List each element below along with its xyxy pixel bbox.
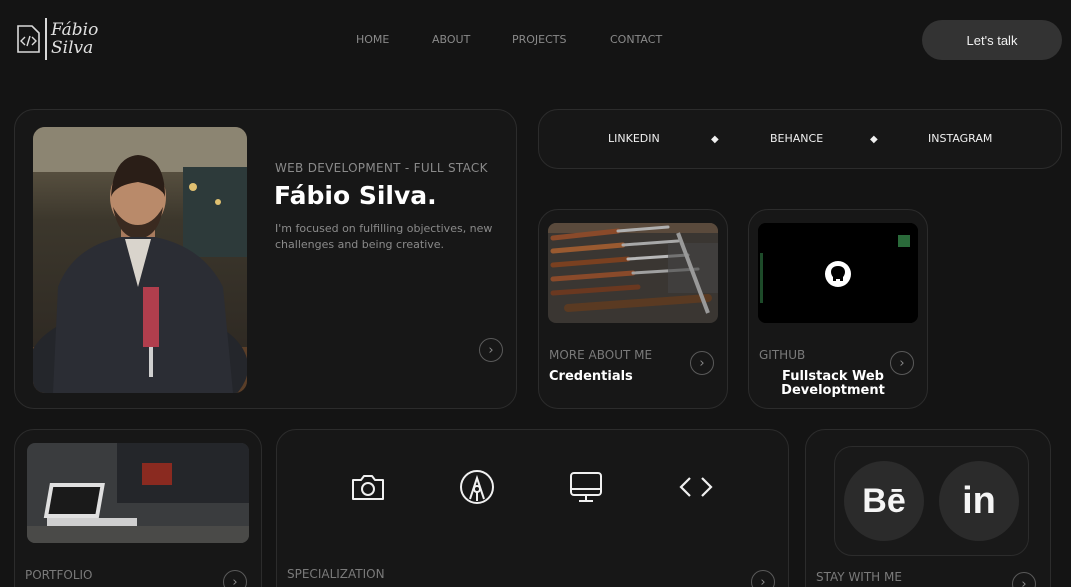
chevron-right-icon: ›: [1021, 576, 1027, 587]
github-icon: [825, 261, 851, 287]
hero-card[interactable]: WEB DEVELOPMENT - FULL STACK Fábio Silva…: [14, 109, 517, 409]
specialization-arrow-button[interactable]: ›: [751, 570, 775, 587]
hero-name: Fábio Silva.: [274, 181, 437, 210]
logo[interactable]: Fábio Silva: [15, 15, 105, 63]
nav-contact[interactable]: CONTACT: [610, 33, 662, 46]
credentials-arrow-button[interactable]: ›: [690, 351, 714, 375]
logo-divider: [45, 18, 47, 60]
linkedin-link[interactable]: LINKEDIN: [608, 132, 660, 145]
logo-line-2: Silva: [51, 38, 94, 58]
profile-photo: [33, 127, 247, 393]
portfolio-arrow-button[interactable]: ›: [223, 570, 247, 587]
hero-subtitle: WEB DEVELOPMENT - FULL STACK: [275, 161, 488, 175]
pen-nib-icon: [460, 470, 494, 504]
instagram-link[interactable]: INSTAGRAM: [928, 132, 992, 145]
linkedin-icon[interactable]: in: [939, 461, 1019, 541]
chevron-right-icon: ›: [488, 342, 494, 358]
camera-icon: [352, 475, 384, 500]
portfolio-label: PORTFOLIO: [25, 568, 93, 582]
monitor-icon: [570, 472, 602, 502]
logo-line-1: Fábio: [51, 20, 99, 40]
specialization-card[interactable]: SPECIALIZATION ›: [276, 429, 789, 587]
nav-about[interactable]: ABOUT: [432, 33, 470, 46]
github-card[interactable]: GITHUB Fullstack Web Developtment ›: [748, 209, 928, 409]
logo-text: Fábio Silva: [51, 21, 98, 57]
github-title-line2: Developtment: [781, 383, 885, 398]
diamond-separator-icon: ◆: [711, 134, 719, 145]
nav-home[interactable]: HOME: [356, 33, 389, 46]
credentials-card[interactable]: MORE ABOUT ME Credentials ›: [538, 209, 728, 409]
hero-arrow-button[interactable]: ›: [479, 338, 503, 362]
credentials-title: Credentials: [549, 369, 633, 384]
tools-image: [548, 223, 718, 323]
github-title: Fullstack Web Developtment: [763, 370, 903, 398]
code-icon: [679, 477, 713, 497]
code-file-icon: [17, 25, 40, 53]
stay-with-me-label: STAY WITH ME: [816, 570, 902, 584]
github-label: GITHUB: [759, 348, 806, 362]
credentials-label: MORE ABOUT ME: [549, 348, 653, 362]
specialization-label: SPECIALIZATION: [287, 567, 385, 581]
chevron-right-icon: ›: [899, 355, 905, 371]
behance-icon[interactable]: Bē: [844, 461, 924, 541]
github-arrow-button[interactable]: ›: [890, 351, 914, 375]
social-links-bar: LINKEDIN ◆ BEHANCE ◆ INSTAGRAM: [538, 109, 1062, 169]
hero-description: I'm focused on fulfilling objectives, ne…: [275, 222, 493, 251]
laptop-image: [27, 443, 249, 543]
stay-with-me-card[interactable]: Bē in STAY WITH ME ›: [805, 429, 1051, 587]
social-icons-panel: Bē in: [834, 446, 1029, 556]
github-image: [758, 223, 918, 323]
behance-link[interactable]: BEHANCE: [770, 132, 823, 145]
chevron-right-icon: ›: [232, 574, 238, 587]
portfolio-card[interactable]: PORTFOLIO ›: [14, 429, 262, 587]
nav-projects[interactable]: PROJECTS: [512, 33, 567, 46]
lets-talk-button[interactable]: Let's talk: [922, 20, 1062, 60]
github-title-line1: Fullstack Web: [781, 369, 884, 384]
chevron-right-icon: ›: [760, 574, 766, 587]
diamond-separator-icon: ◆: [870, 134, 878, 145]
chevron-right-icon: ›: [699, 355, 705, 371]
stay-arrow-button[interactable]: ›: [1012, 572, 1036, 587]
